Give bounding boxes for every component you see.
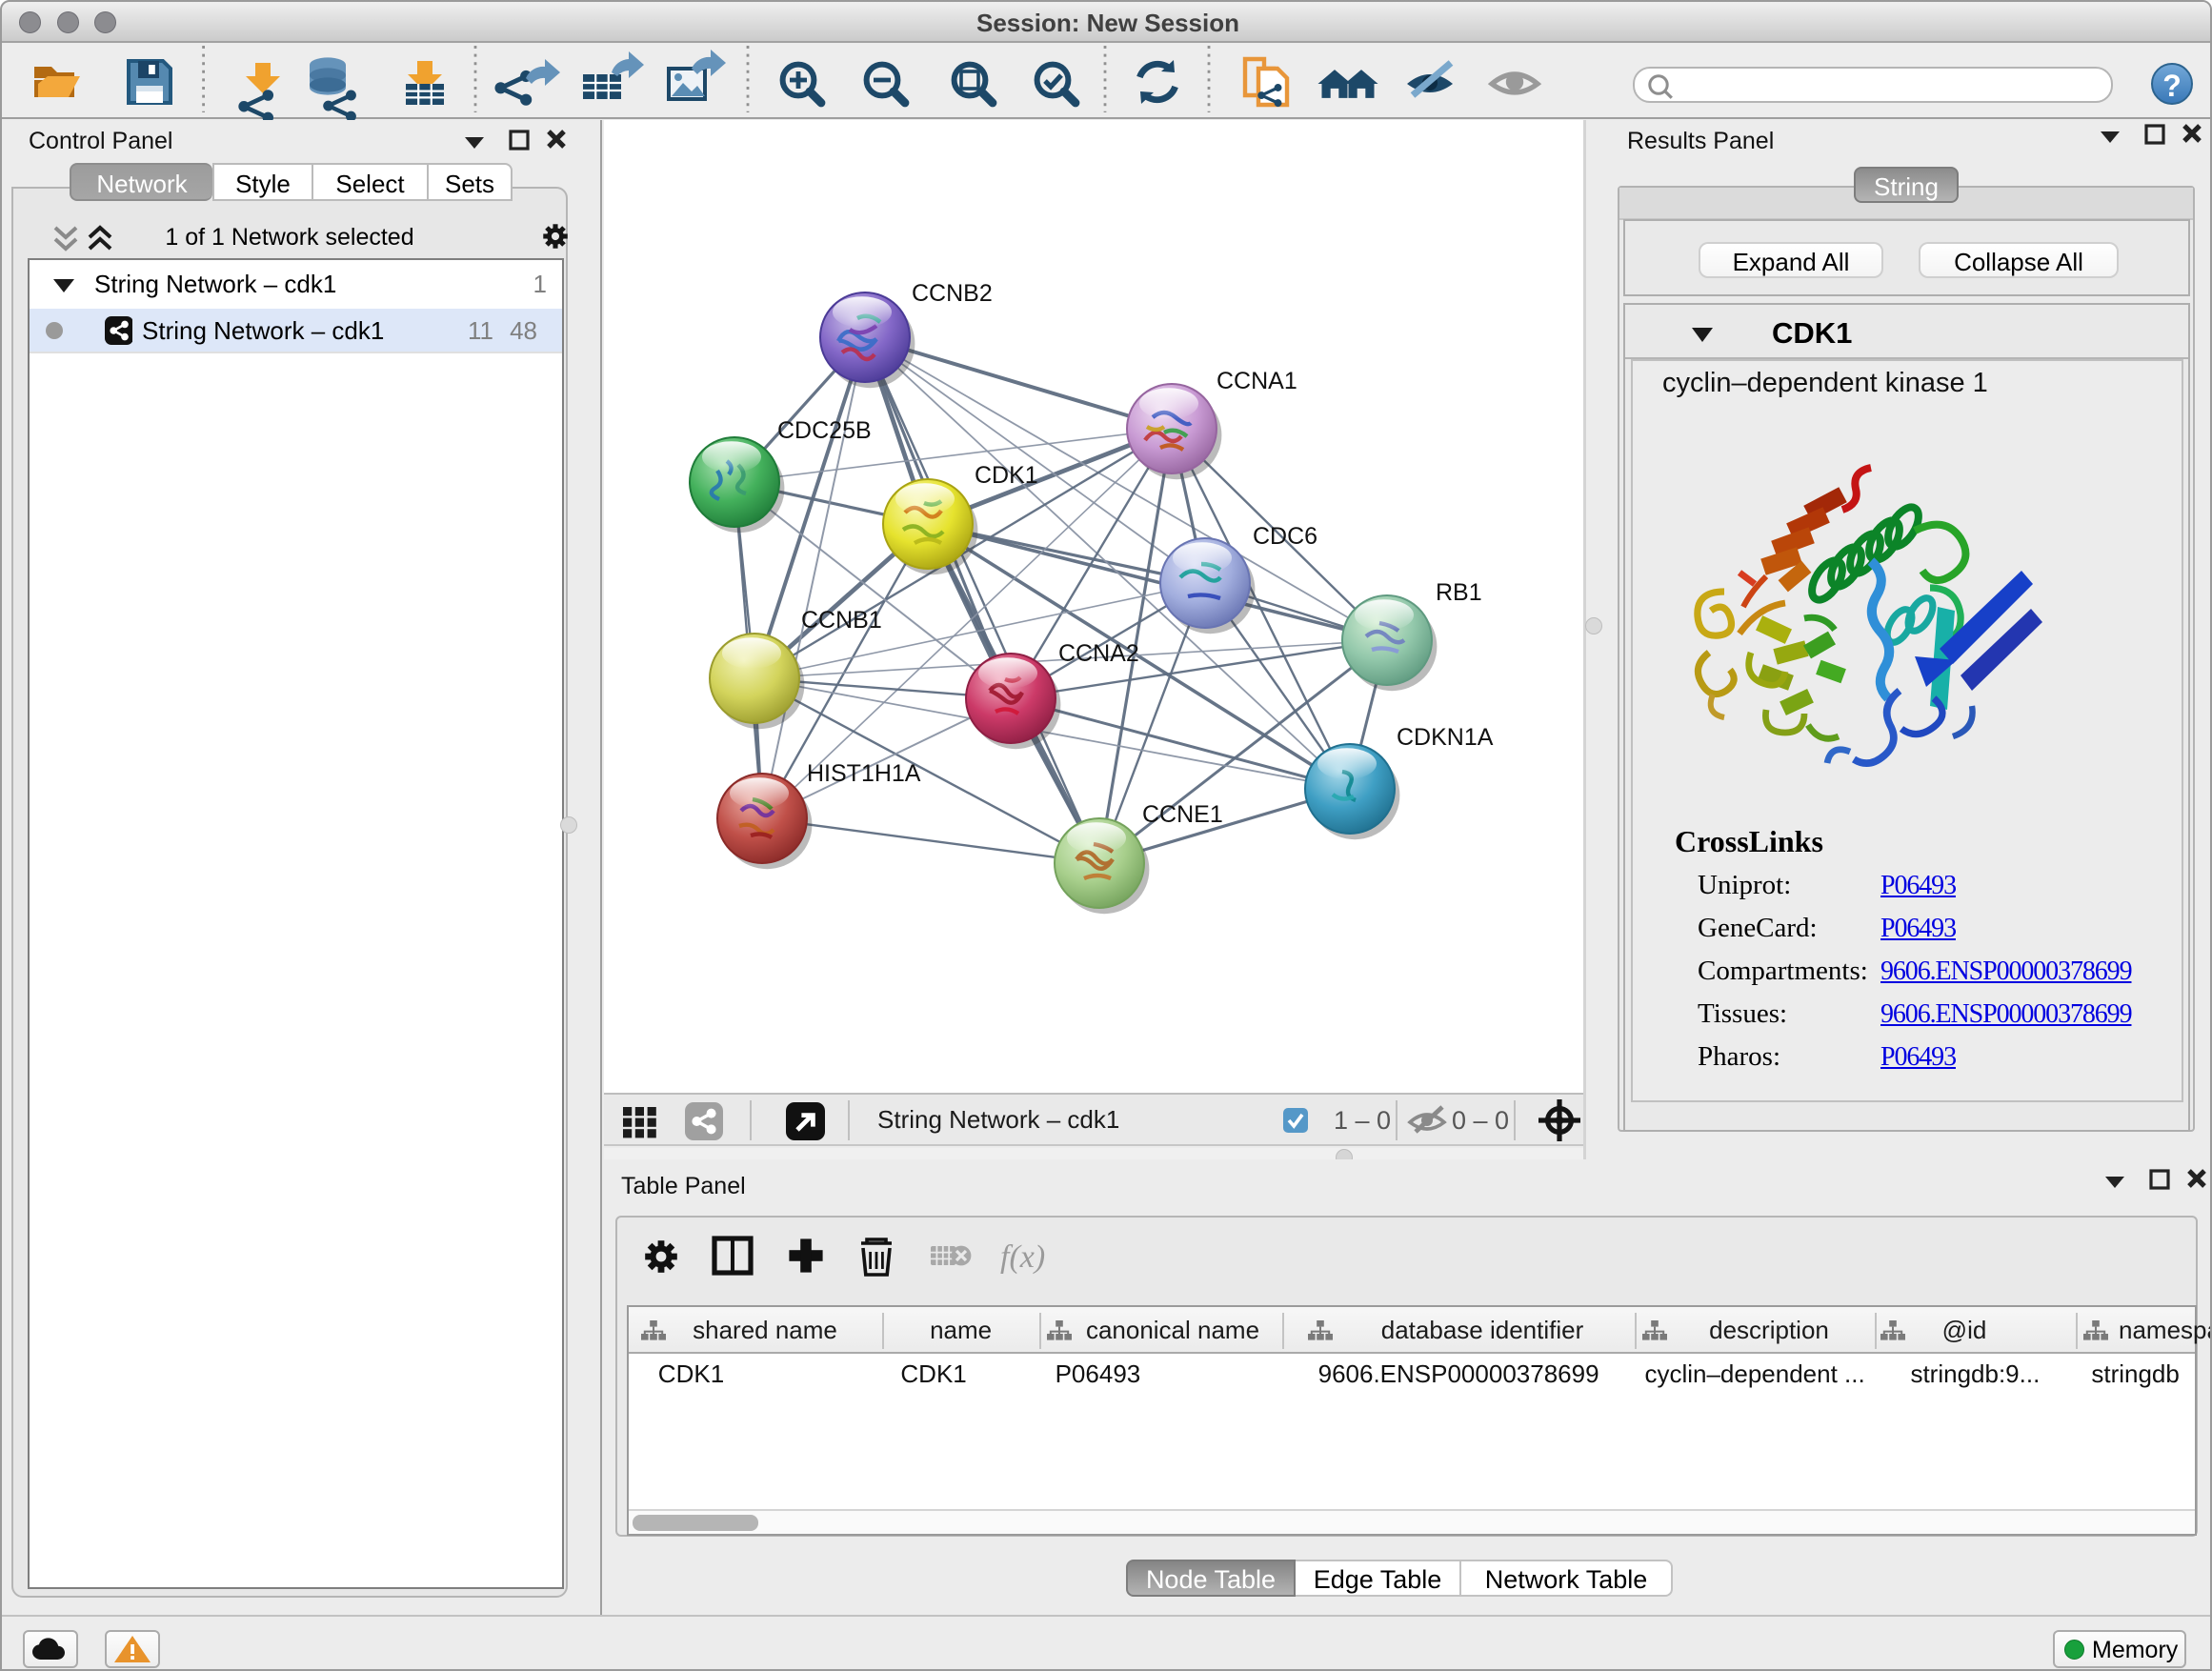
svg-text:CDK1: CDK1 xyxy=(975,462,1038,489)
svg-text:CDKN1A: CDKN1A xyxy=(1397,724,1494,751)
svg-text:1 – 0: 1 – 0 xyxy=(1334,1106,1391,1135)
svg-text:CDC6: CDC6 xyxy=(1253,523,1317,550)
svg-text:CCNB1: CCNB1 xyxy=(801,607,882,634)
svg-text:CCNB2: CCNB2 xyxy=(912,280,993,307)
svg-text:f(x): f(x) xyxy=(1000,1239,1045,1275)
svg-text:CCNA1: CCNA1 xyxy=(1217,368,1297,394)
svg-text:CDC25B: CDC25B xyxy=(777,417,872,444)
svg-text:0 – 0: 0 – 0 xyxy=(1452,1106,1509,1135)
svg-text:HIST1H1A: HIST1H1A xyxy=(807,760,921,787)
svg-text:String Network – cdk1: String Network – cdk1 xyxy=(877,1105,1119,1134)
svg-text:RB1: RB1 xyxy=(1436,579,1482,606)
svg-text:CCNA2: CCNA2 xyxy=(1058,640,1139,667)
svg-text:CCNE1: CCNE1 xyxy=(1142,801,1223,828)
